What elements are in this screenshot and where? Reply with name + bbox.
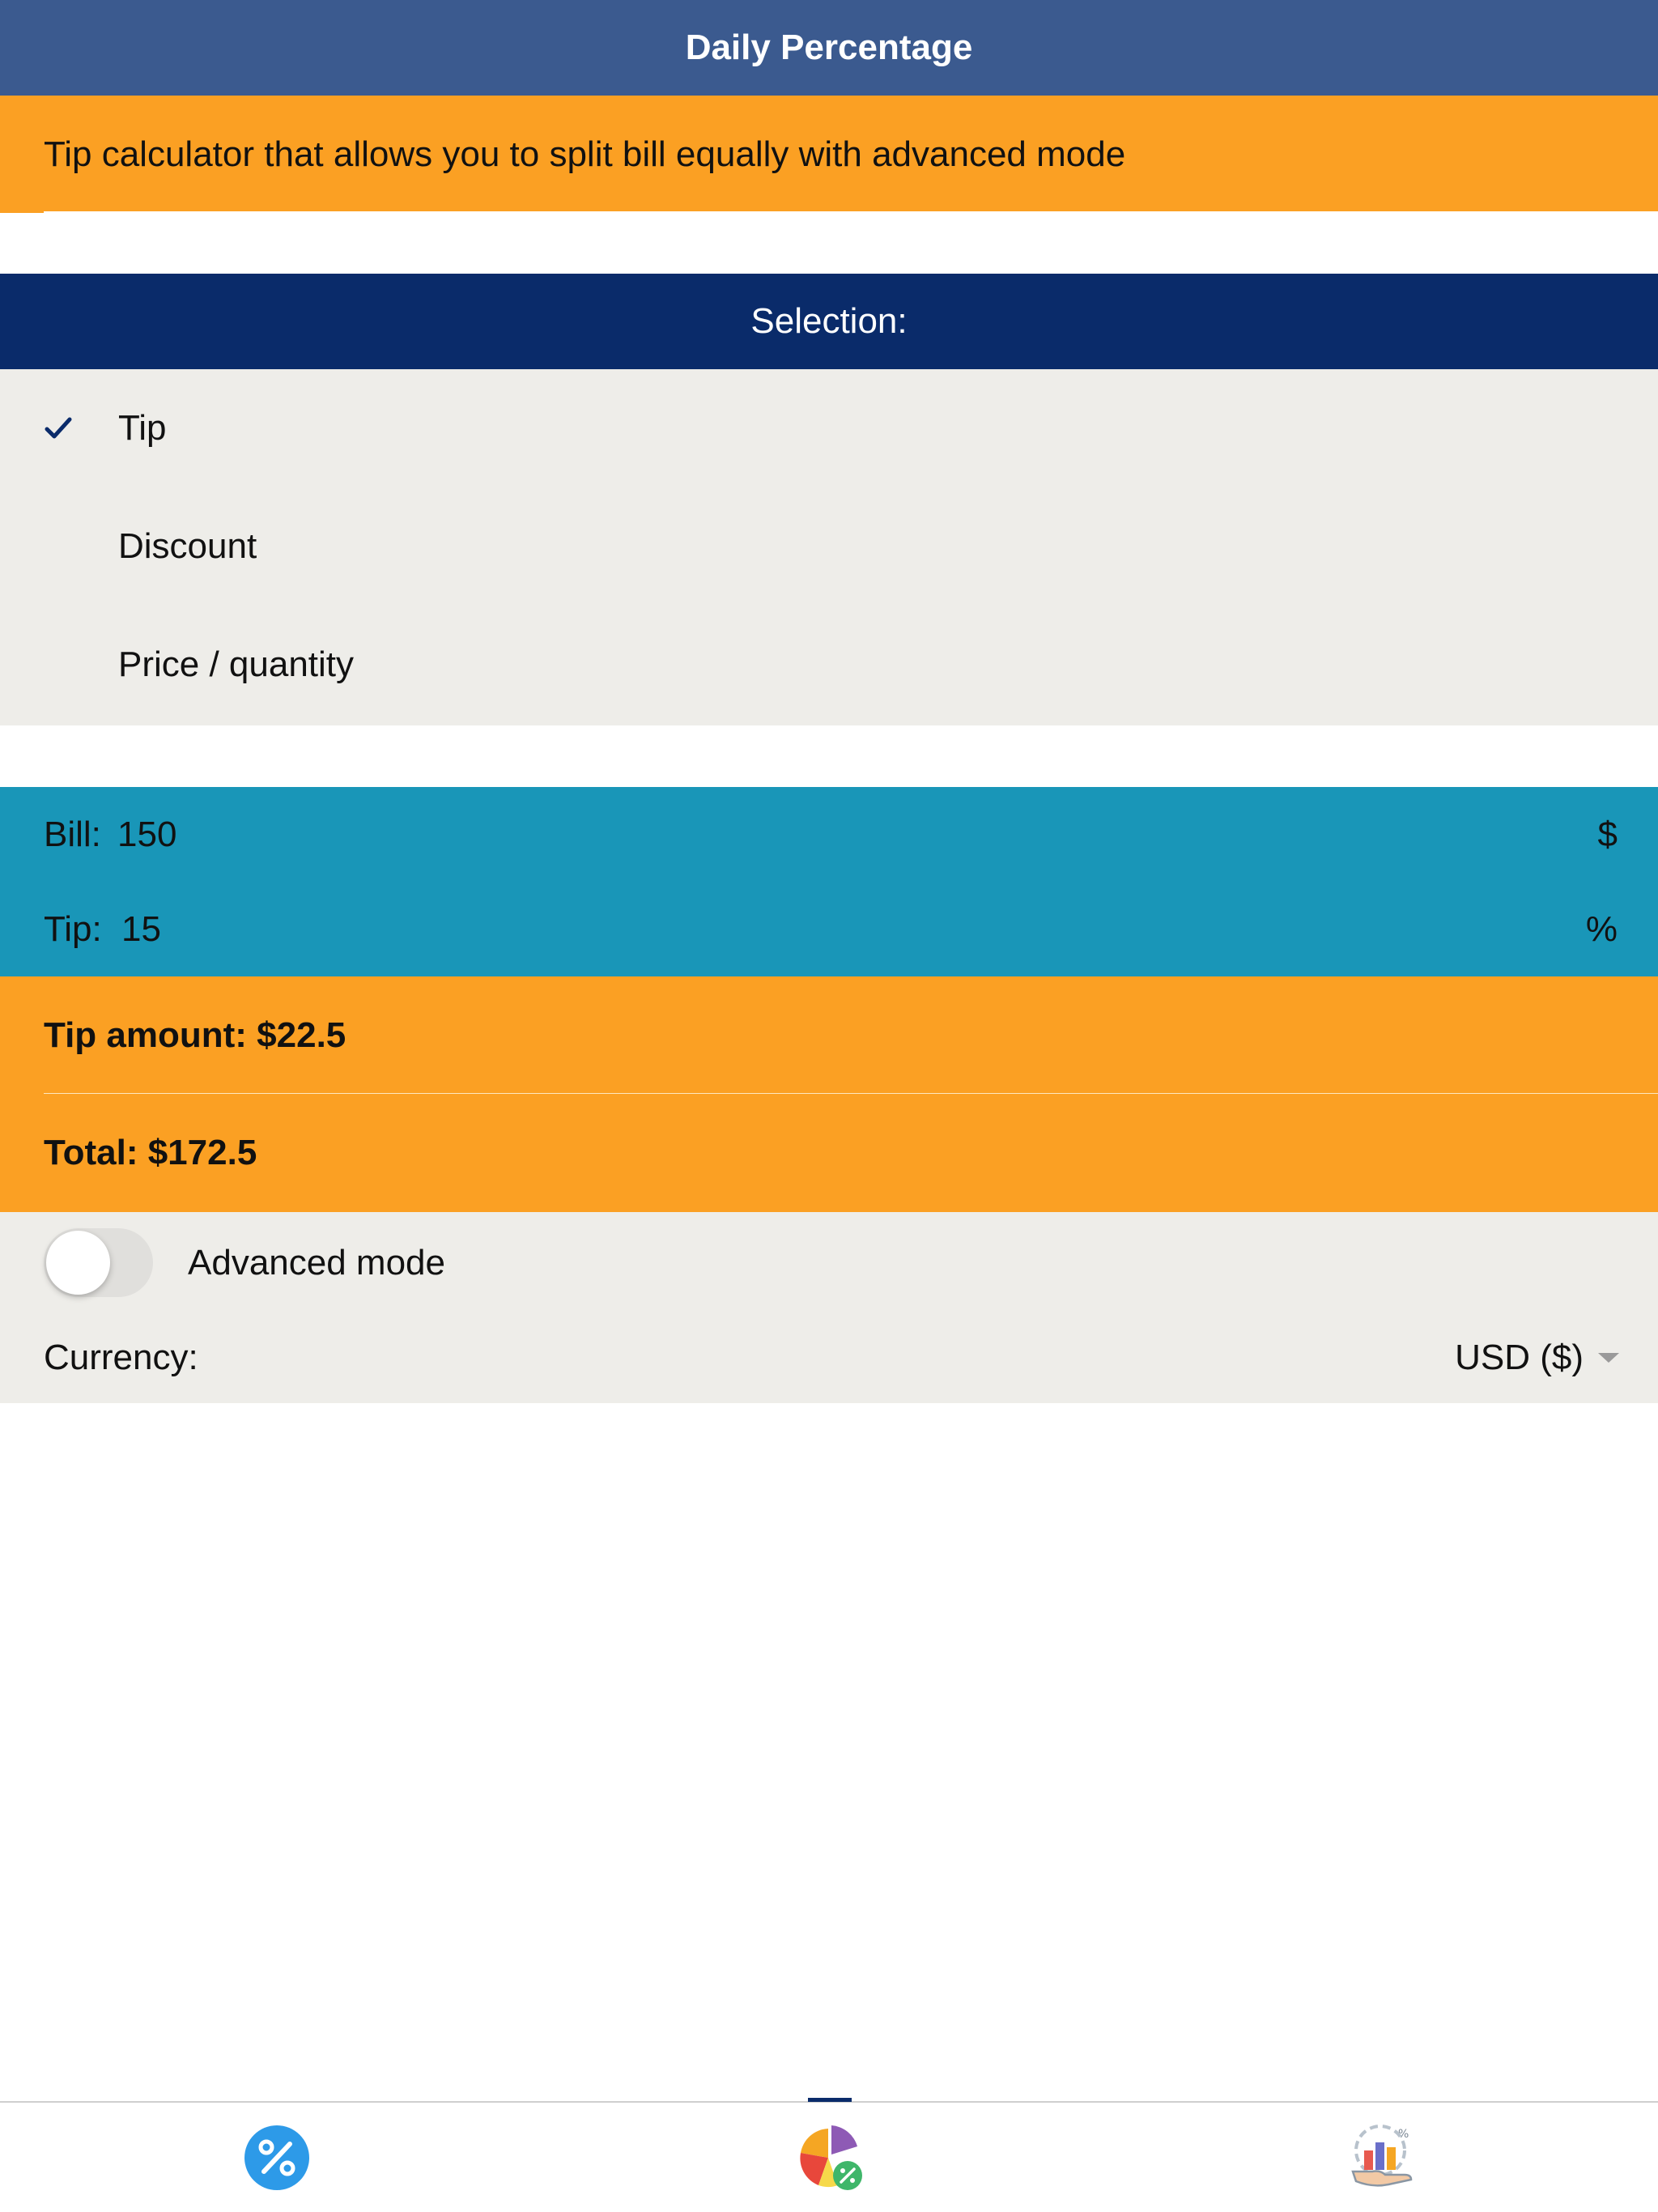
tip-amount-text: Tip amount: $22.5 xyxy=(44,1015,346,1055)
settings-panel: Advanced mode Currency: USD ($) xyxy=(0,1212,1658,1403)
currency-select[interactable]: USD ($) xyxy=(1455,1338,1619,1378)
total-row: Total: $172.5 xyxy=(0,1094,1658,1212)
bill-unit: $ xyxy=(1597,814,1618,854)
option-tip[interactable]: Tip xyxy=(0,369,1658,487)
selection-title: Selection: xyxy=(750,301,908,341)
currency-value: USD ($) xyxy=(1455,1338,1584,1377)
title-bar: Daily Percentage xyxy=(0,0,1658,96)
selection-header: Selection: xyxy=(0,274,1658,369)
bill-input[interactable] xyxy=(117,814,603,855)
page-title: Daily Percentage xyxy=(685,28,973,67)
chevron-down-icon xyxy=(1598,1353,1619,1363)
tip-label: Tip: xyxy=(44,908,102,949)
description-text: Tip calculator that allows you to split … xyxy=(44,134,1126,174)
toggle-knob xyxy=(46,1231,110,1295)
svg-text:%: % xyxy=(1398,2128,1409,2141)
inputs-panel: Bill: $ Tip: % xyxy=(0,787,1658,976)
total-text: Total: $172.5 xyxy=(44,1133,257,1172)
currency-label: Currency: xyxy=(44,1338,198,1377)
advanced-mode-toggle[interactable] xyxy=(44,1228,153,1297)
option-discount[interactable]: Discount xyxy=(0,487,1658,606)
advanced-mode-label: Advanced mode xyxy=(188,1243,445,1283)
tip-input[interactable] xyxy=(121,908,607,950)
pie-chart-icon xyxy=(799,2125,862,2190)
tab-pie-chart[interactable] xyxy=(553,2098,1106,2212)
checkmark-icon xyxy=(45,417,72,439)
tab-percent[interactable] xyxy=(0,2103,553,2212)
app-root: Daily Percentage Tip calculator that all… xyxy=(0,0,1658,2212)
bill-label: Bill: xyxy=(44,814,101,854)
description-divider xyxy=(44,211,1658,213)
option-label: Discount xyxy=(118,526,257,566)
description-banner: Tip calculator that allows you to split … xyxy=(0,96,1658,213)
bill-row: Bill: $ xyxy=(0,787,1658,882)
tab-finance[interactable]: % xyxy=(1106,2103,1658,2212)
finance-chart-icon: % xyxy=(1350,2124,1412,2187)
percent-icon xyxy=(244,2125,309,2190)
tip-unit: % xyxy=(1585,908,1618,949)
selection-list: Tip Discount Price / quantity xyxy=(0,369,1658,725)
bottom-tab-bar: % xyxy=(0,2098,1658,2212)
option-label: Price / quantity xyxy=(118,644,355,684)
active-tab-indicator xyxy=(807,2098,852,2102)
option-label: Tip xyxy=(118,408,167,448)
tip-amount-row: Tip amount: $22.5 xyxy=(0,976,1658,1095)
option-price-quantity[interactable]: Price / quantity xyxy=(0,606,1658,724)
tip-row: Tip: % xyxy=(0,882,1658,976)
